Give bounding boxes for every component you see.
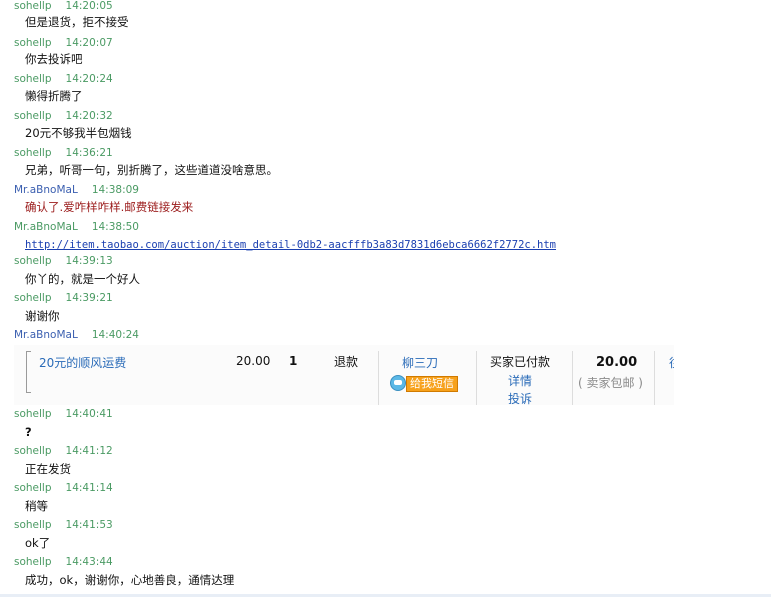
message-text: ok了 — [25, 536, 51, 550]
timestamp: 14:20:07 — [65, 37, 113, 49]
message-text: http://item.taobao.com/auction/item_deta… — [25, 237, 556, 252]
order-bracket — [26, 351, 31, 393]
column-divider — [572, 351, 573, 405]
timestamp: 14:38:50 — [91, 221, 139, 233]
message-text: 成功，ok，谢谢你，心地善良，通情达理 — [25, 573, 235, 587]
sender-name[interactable]: sohellp — [14, 292, 52, 304]
sender-name[interactable]: sohellp — [14, 0, 52, 12]
message-text: 20元不够我半包烟钱 — [25, 126, 132, 140]
timestamp: 14:41:12 — [65, 445, 113, 457]
details-link[interactable]: 详情 — [508, 372, 532, 389]
timestamp: 14:38:09 — [91, 184, 139, 196]
sms-button-label: 给我短信 — [406, 376, 458, 392]
column-divider — [378, 351, 379, 405]
sender-name[interactable]: sohellp — [14, 445, 52, 457]
timestamp: 14:40:24 — [91, 329, 139, 341]
timestamp: 14:20:05 — [65, 0, 113, 12]
sender-name[interactable]: sohellp — [14, 556, 52, 568]
shipping-note: ( 卖家包邮 ) — [578, 376, 643, 390]
message-text: ? — [25, 425, 32, 439]
message-text: 你丫的，就是一个好人 — [25, 272, 140, 286]
timestamp: 14:40:41 — [65, 408, 113, 420]
sender-name[interactable]: sohellp — [14, 519, 52, 531]
timestamp: 14:39:21 — [65, 292, 113, 304]
message-text: 确认了.爱咋样咋样.邮费链接发来 — [25, 200, 194, 214]
order-quantity: 1 — [289, 354, 298, 368]
sender-name[interactable]: Mr.aBnoMaL — [14, 329, 78, 341]
timestamp: 14:20:24 — [65, 73, 113, 85]
message-text: 兄弟，听哥一句，别折腾了，这些道道没啥意思。 — [25, 163, 278, 177]
order-price: 20.00 — [236, 354, 271, 368]
message-text: 懒得折腾了 — [25, 89, 83, 103]
message-text: 谢谢你 — [25, 309, 60, 323]
sender-name[interactable]: sohellp — [14, 408, 52, 420]
message-text: 但是退货，拒不接受 — [25, 15, 129, 29]
sms-button[interactable]: 给我短信 — [390, 375, 460, 392]
timestamp: 14:20:32 — [65, 110, 113, 122]
timestamp: 14:41:14 — [65, 482, 113, 494]
order-status: 买家已付款 — [490, 355, 551, 369]
order-card: 20元的顺风运费 20.00 1 退款 柳三刀 给我短信 买家已付款 详情 投诉… — [14, 345, 674, 407]
seller-name[interactable]: 柳三刀 — [402, 354, 438, 371]
truncated-column: 往 — [669, 354, 674, 371]
column-divider — [476, 351, 477, 405]
sender-name[interactable]: sohellp — [14, 482, 52, 494]
sender-name[interactable]: Mr.aBnoMaL — [14, 184, 78, 196]
timestamp: 14:39:13 — [65, 255, 113, 267]
message-text: 正在发货 — [25, 462, 71, 476]
chat-bubble-icon — [390, 375, 406, 391]
complain-link[interactable]: 投诉 — [508, 390, 532, 407]
sender-name[interactable]: sohellp — [14, 255, 52, 267]
timestamp: 14:41:53 — [65, 519, 113, 531]
timestamp: 14:36:21 — [65, 147, 113, 159]
message-text: 稍等 — [25, 499, 48, 513]
order-refund: 退款 — [334, 355, 359, 369]
message-text: 你去投诉吧 — [25, 52, 83, 66]
column-divider — [654, 351, 655, 405]
item-link[interactable]: http://item.taobao.com/auction/item_deta… — [25, 239, 556, 251]
sender-name[interactable]: sohellp — [14, 73, 52, 85]
timestamp: 14:43:44 — [65, 556, 113, 568]
sender-name[interactable]: sohellp — [14, 110, 52, 122]
sender-name[interactable]: sohellp — [14, 147, 52, 159]
sender-name[interactable]: Mr.aBnoMaL — [14, 221, 78, 233]
sender-name[interactable]: sohellp — [14, 37, 52, 49]
order-item-name[interactable]: 20元的顺风运费 — [39, 354, 126, 371]
order-total: 20.00 — [596, 355, 638, 370]
